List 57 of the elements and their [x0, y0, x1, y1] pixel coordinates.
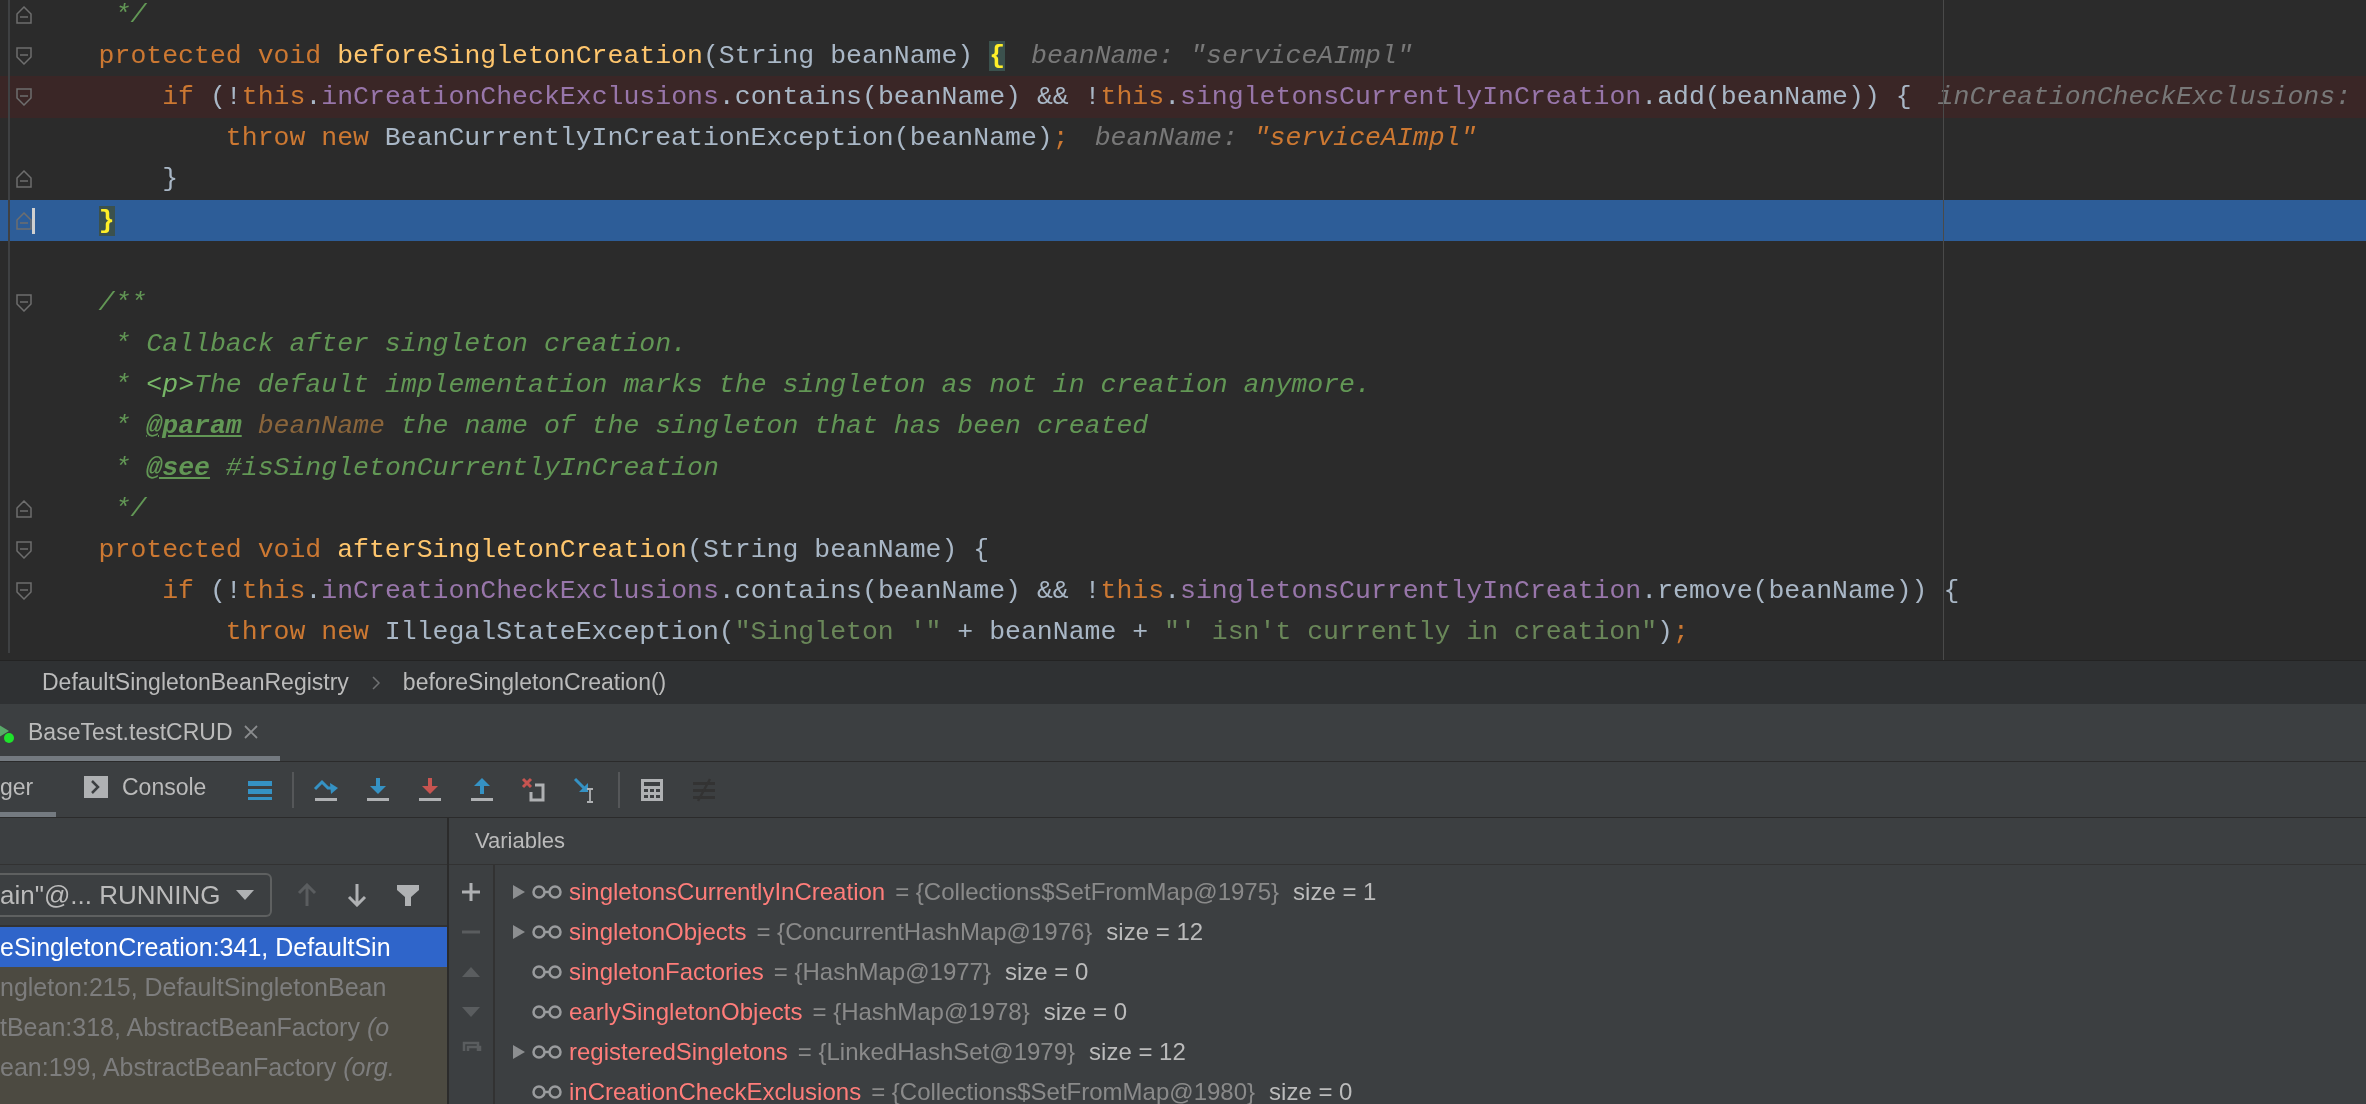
code-line: * @see #isSingletonCurrentlyInCreation [113, 452, 719, 483]
variable-entry[interactable]: singletonObjects = {ConcurrentHashMap@1976} size = 12 [569, 918, 1204, 946]
code-line: if (!this.inCreationCheckExclusions.contains(beanName) && !this.singletonsCurrentlyInCreation.remove(beanName)) { [161, 576, 1960, 607]
stack-frame[interactable]: eSingletonCreation:341, DefaultSin [0, 927, 447, 967]
fold-marker-icon[interactable] [16, 87, 32, 106]
fold-marker-icon[interactable] [16, 499, 32, 518]
code-line: } [161, 164, 179, 195]
console-icon [84, 776, 108, 798]
fold-marker-icon[interactable] [16, 5, 32, 24]
tool-tab[interactable]: Console [84, 762, 223, 817]
expand-triangle-icon[interactable] [512, 884, 526, 900]
inline-value-hint: beanName: "serviceAImpl" [1031, 40, 1413, 71]
glasses-icon [531, 1044, 563, 1060]
down-arrow-icon[interactable] [346, 883, 368, 907]
code-line: if (!this.inCreationCheckExclusions.contains(beanName) && !this.singletonsCurrentlyInCreation.add(beanName)) { [161, 81, 1912, 112]
variable-entry[interactable]: singletonFactories = {HashMap@1977} size = 0 [569, 958, 1089, 986]
expand-triangle-icon[interactable] [512, 1044, 526, 1060]
code-line: * <p>The default implementation marks the singleton as not in creation anymore. [113, 370, 1371, 401]
code-line: throw new IllegalStateException("Singleton '" + beanName + "' isn't currently in creation"); [224, 617, 1689, 648]
caret-icon [236, 890, 254, 900]
code-line: throw new BeanCurrentlyInCreationException(beanName); [224, 123, 1069, 154]
code-line: * @param beanName the name of the singleton that has been created [113, 411, 1149, 442]
filter-icon[interactable] [396, 883, 420, 907]
glasses-icon [531, 884, 563, 900]
glasses-icon [531, 924, 563, 940]
fold-marker-icon[interactable] [16, 582, 32, 601]
plus-icon[interactable] [460, 881, 482, 903]
code-line: */ [113, 0, 147, 30]
inline-value-hint: inCreationCheckExclusions: [1937, 81, 2352, 112]
breadcrumb-item[interactable]: DefaultSingletonBeanRegistry [42, 669, 349, 696]
glasses-icon [531, 1004, 563, 1020]
glasses-icon [531, 1084, 563, 1100]
close-icon[interactable] [242, 724, 259, 740]
code-line: protected void beforeSingletonCreation(String beanName) { [97, 40, 1006, 71]
text-caret [32, 207, 35, 234]
code-line: * Callback after singleton creation. [113, 329, 687, 360]
panel-title: Variables [475, 828, 566, 854]
thread-dropdown[interactable]: ain"@... RUNNING [0, 873, 272, 917]
run-tab[interactable]: BaseTest.testCRUD [0, 704, 280, 761]
code-line: protected void afterSingletonCreation(String beanName) { [97, 535, 990, 566]
tool-tab[interactable]: ger [0, 762, 56, 817]
breadcrumb-item[interactable]: beforeSingletonCreation() [402, 669, 667, 696]
inline-value-hint: beanName: "serviceAImpl" [1094, 123, 1477, 154]
variable-entry[interactable]: earlySingletonObjects = {HashMap@1978} size = 0 [569, 998, 1128, 1026]
code-line: /** [97, 287, 147, 318]
variable-entry[interactable]: singletonsCurrentlyInCreation = {Collections$SetFromMap@1975} size = 1 [569, 878, 1377, 906]
fold-marker-icon[interactable] [16, 541, 32, 560]
fold-marker-icon[interactable] [16, 293, 32, 312]
variable-entry[interactable]: registeredSingletons = {LinkedHashSet@1979} size = 12 [569, 1038, 1186, 1066]
code-line: */ [113, 493, 147, 524]
chevron-icon [370, 674, 381, 691]
glasses-icon [531, 964, 563, 980]
fold-marker-icon[interactable] [16, 211, 32, 230]
copy-icon[interactable] [460, 1041, 482, 1051]
expand-triangle-icon[interactable] [512, 924, 526, 940]
fold-marker-icon[interactable] [16, 46, 32, 65]
fold-marker-icon[interactable] [16, 170, 32, 189]
